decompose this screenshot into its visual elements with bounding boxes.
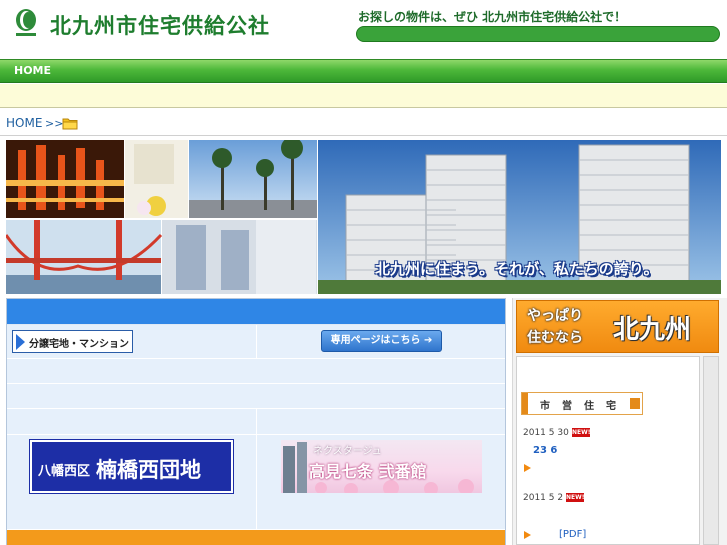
play-icon xyxy=(16,334,25,350)
municipal-housing-header[interactable]: 市営住宅 xyxy=(521,392,643,415)
news-pdf-link[interactable]: [PDF] xyxy=(559,529,586,540)
news-link[interactable]: 23 6 xyxy=(533,445,557,456)
header-tagline: お探しの物件は、ぜひ 北九州市住宅供給公社で！ xyxy=(358,10,627,24)
section-cap xyxy=(630,398,640,409)
tagline-bar xyxy=(356,26,720,42)
nav-bar xyxy=(0,59,727,83)
special-page-button[interactable]: 専用ページはこちら ➔ xyxy=(321,330,442,352)
banner-ward: 八幡西区 xyxy=(38,464,91,479)
banner-subtitle: ネクスタージュ xyxy=(313,446,382,457)
news-scrollbar[interactable] xyxy=(703,356,719,545)
table-row xyxy=(7,359,505,384)
play-icon xyxy=(524,531,531,539)
main-panel-footer xyxy=(7,530,505,545)
nav-home-link[interactable]: HOME xyxy=(14,64,51,77)
folder-icon xyxy=(62,118,78,130)
news-date: 2011 5 30 xyxy=(523,428,569,438)
logo-icon[interactable] xyxy=(14,8,38,38)
table-divider xyxy=(256,409,257,529)
notice-band xyxy=(0,84,727,108)
breadcrumb-divider xyxy=(0,135,727,136)
banner-name: 楠橋西団地 xyxy=(96,458,201,482)
new-badge: NEW! xyxy=(572,428,591,437)
table-divider xyxy=(256,325,257,358)
site-title[interactable]: 北九州市住宅供給公社 xyxy=(50,10,270,40)
kusuhashi-banner[interactable]: 八幡西区 楠橋西団地 xyxy=(29,439,234,494)
breadcrumb-home-link[interactable]: HOME xyxy=(6,116,42,130)
arrow-right-icon: ➔ xyxy=(423,335,433,346)
subdivision-button[interactable]: 分譲宅地・マンション xyxy=(12,330,133,353)
play-icon xyxy=(524,464,531,472)
banner-title: 高見七条 弐番館 xyxy=(309,462,427,481)
yappari-line2: 住むなら xyxy=(527,330,583,346)
yappari-banner[interactable]: やっぱり 住むなら 北九州 xyxy=(516,300,719,353)
subdivision-label: 分譲宅地・マンション xyxy=(29,339,129,350)
section-label: 市営住宅 xyxy=(540,401,628,412)
special-page-label: 専用ページはこちら xyxy=(330,335,421,346)
yappari-city: 北九州 xyxy=(613,315,692,345)
table-row xyxy=(7,384,505,409)
section-bar xyxy=(522,393,528,414)
takami-banner[interactable]: ネクスタージュ 高見七条 弐番館 xyxy=(281,440,482,493)
news-date: 2011 5 2 xyxy=(523,493,564,503)
breadcrumb-separator: >> xyxy=(45,117,64,130)
hero-caption: 北九州に住まう。それが、私たちの誇り。 xyxy=(375,260,659,278)
yappari-line1: やっぱり xyxy=(527,308,583,324)
new-badge: NEW! xyxy=(566,493,585,502)
main-panel-header xyxy=(7,299,505,324)
